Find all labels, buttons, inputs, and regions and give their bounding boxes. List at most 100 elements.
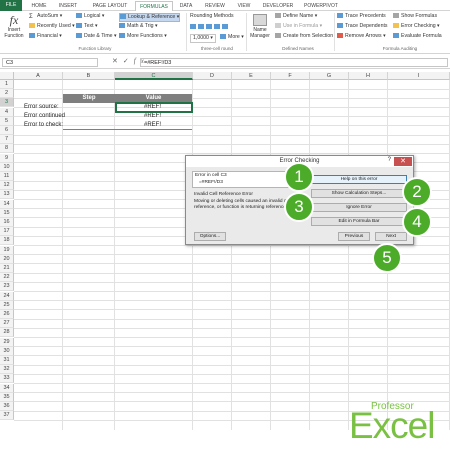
help-icon[interactable]: ? xyxy=(388,157,391,163)
name-manager-button[interactable]: Name Manager xyxy=(248,14,272,39)
row-header-17[interactable]: 17 xyxy=(0,227,14,237)
row-header-29[interactable]: 29 xyxy=(0,337,14,347)
error-cell-formula: =#REF!/D3 xyxy=(199,180,223,185)
row-header-35[interactable]: 35 xyxy=(0,392,14,402)
financial-button[interactable]: Financial ▾ xyxy=(29,33,62,40)
column-header-g[interactable]: G xyxy=(310,72,349,80)
tab-page-layout[interactable]: PAGE LAYOUT xyxy=(86,1,134,11)
trace-dependents-button[interactable]: Trace Dependents xyxy=(337,23,388,30)
row-header-11[interactable]: 11 xyxy=(0,172,14,181)
row-header-37[interactable]: 37 xyxy=(0,411,14,421)
math-trig-button[interactable]: Math & Trig ▾ xyxy=(119,23,158,30)
row-header-14[interactable]: 14 xyxy=(0,199,14,209)
row-header-10[interactable]: 10 xyxy=(0,162,14,172)
table-row-step[interactable]: Error to check: xyxy=(24,121,63,130)
tab-home[interactable]: HOME xyxy=(27,1,51,11)
tab-file[interactable]: FILE xyxy=(0,0,22,11)
evaluate-formula-button[interactable]: Evaluate Formula xyxy=(393,33,442,40)
help-on-this-error-button[interactable]: Help on this error xyxy=(311,175,407,184)
row-header-2[interactable]: 2 xyxy=(0,89,14,99)
row-header-15[interactable]: 15 xyxy=(0,208,14,218)
column-header-c[interactable]: C xyxy=(115,72,193,80)
tab-data[interactable]: DATA xyxy=(174,1,198,11)
lookup-reference-button[interactable]: Lookup & Reference ▾ xyxy=(119,13,181,22)
error-checking-button[interactable]: Error Checking ▾ xyxy=(393,23,440,30)
column-header-e[interactable]: E xyxy=(232,72,271,80)
row-header-6[interactable]: 6 xyxy=(0,126,14,135)
trace-precedents-button[interactable]: Trace Precedents xyxy=(337,13,386,20)
show-formulas-button[interactable]: Show Formulas xyxy=(393,13,437,20)
autosum-button[interactable]: Σ AutoSum ▾ xyxy=(29,13,62,20)
row-header-23[interactable]: 23 xyxy=(0,282,14,292)
row-header-5[interactable]: 5 xyxy=(0,116,14,126)
show-calculation-steps-button[interactable]: Show Calculation Steps... xyxy=(311,189,407,198)
select-all-corner[interactable] xyxy=(0,72,14,80)
row-header-31[interactable]: 31 xyxy=(0,356,14,365)
row-header-36[interactable]: 36 xyxy=(0,402,14,411)
table-row-step[interactable]: Error continued xyxy=(24,112,65,121)
column-header-b[interactable]: B xyxy=(63,72,115,80)
row-header-21[interactable]: 21 xyxy=(0,264,14,273)
more-rounding-button[interactable]: More ▾ xyxy=(220,34,244,41)
tab-developer[interactable]: DEVELOPER xyxy=(258,1,298,11)
options-button[interactable]: Options... xyxy=(194,232,226,241)
table-row-step[interactable]: Error source: xyxy=(24,103,59,112)
row-header-12[interactable]: 12 xyxy=(0,181,14,191)
row-header-7[interactable]: 7 xyxy=(0,135,14,145)
tab-formulas[interactable]: FORMULAS xyxy=(135,1,173,11)
remove-arrows-button[interactable]: Remove Arrows ▾ xyxy=(337,33,386,40)
rounding-value-select[interactable]: 1,0000 ▾ xyxy=(190,34,216,43)
gridline xyxy=(14,88,450,90)
row-header-25[interactable]: 25 xyxy=(0,300,14,310)
define-name-button[interactable]: Define Name ▾ xyxy=(275,13,317,20)
row-header-19[interactable]: 19 xyxy=(0,245,14,255)
column-header-i[interactable]: I xyxy=(388,72,450,80)
cancel-icon[interactable]: ✕ xyxy=(112,58,123,65)
row-header-24[interactable]: 24 xyxy=(0,291,14,301)
row-header-8[interactable]: 8 xyxy=(0,144,14,154)
active-cell-c3[interactable] xyxy=(115,102,193,113)
row-header-18[interactable]: 18 xyxy=(0,236,14,246)
enter-icon[interactable]: ✓ xyxy=(123,58,134,65)
next-button[interactable]: Next xyxy=(375,232,407,241)
insert-function-button[interactable]: fx Insert Function xyxy=(2,14,26,40)
formula-input[interactable]: =#REF!/D3 xyxy=(140,58,448,67)
column-header-f[interactable]: F xyxy=(271,72,310,80)
create-from-selection-button[interactable]: Create from Selection xyxy=(275,33,333,40)
row-header-9[interactable]: 9 xyxy=(0,153,14,163)
column-header-h[interactable]: H xyxy=(349,72,388,80)
row-header-34[interactable]: 34 xyxy=(0,383,14,393)
column-header-d[interactable]: D xyxy=(193,72,232,80)
use-in-formula-button[interactable]: Use in Formula ▾ xyxy=(275,23,322,30)
tab-powerpivot[interactable]: POWERPIVOT xyxy=(300,1,342,11)
tab-view[interactable]: VIEW xyxy=(232,1,256,11)
logical-button[interactable]: Logical ▾ xyxy=(76,13,105,20)
more-functions-button[interactable]: More Functions ▾ xyxy=(119,33,167,40)
tab-review[interactable]: REVIEW xyxy=(200,1,230,11)
row-header-32[interactable]: 32 xyxy=(0,365,14,375)
row-header-33[interactable]: 33 xyxy=(0,374,14,384)
close-button[interactable]: ✕ xyxy=(394,157,412,166)
row-header-27[interactable]: 27 xyxy=(0,319,14,329)
row-header-3[interactable]: 3 xyxy=(0,98,14,108)
row-header-20[interactable]: 20 xyxy=(0,254,14,264)
table-header-step[interactable]: Step xyxy=(63,94,115,103)
row-header-28[interactable]: 28 xyxy=(0,328,14,338)
previous-button[interactable]: Previous xyxy=(338,232,370,241)
text-button[interactable]: Text ▾ xyxy=(76,23,98,30)
row-header-22[interactable]: 22 xyxy=(0,273,14,283)
recently-used-button[interactable]: Recently Used ▾ xyxy=(29,23,75,30)
row-header-16[interactable]: 16 xyxy=(0,218,14,227)
column-header-a[interactable]: A xyxy=(14,72,63,80)
name-box[interactable]: C3 xyxy=(2,58,98,67)
row-header-30[interactable]: 30 xyxy=(0,346,14,356)
ignore-error-button[interactable]: Ignore Error xyxy=(311,203,407,212)
tab-insert[interactable]: INSERT xyxy=(53,1,83,11)
row-header-4[interactable]: 4 xyxy=(0,107,14,117)
edit-in-formula-bar-button[interactable]: Edit in Formula Bar xyxy=(311,217,407,226)
row-header-13[interactable]: 13 xyxy=(0,190,14,200)
ribbon: fx Insert Function Σ AutoSum ▾ Recently U… xyxy=(0,11,450,54)
row-header-1[interactable]: 1 xyxy=(0,80,14,89)
date-time-button[interactable]: Date & Time ▾ xyxy=(76,33,117,40)
row-header-26[interactable]: 26 xyxy=(0,310,14,319)
